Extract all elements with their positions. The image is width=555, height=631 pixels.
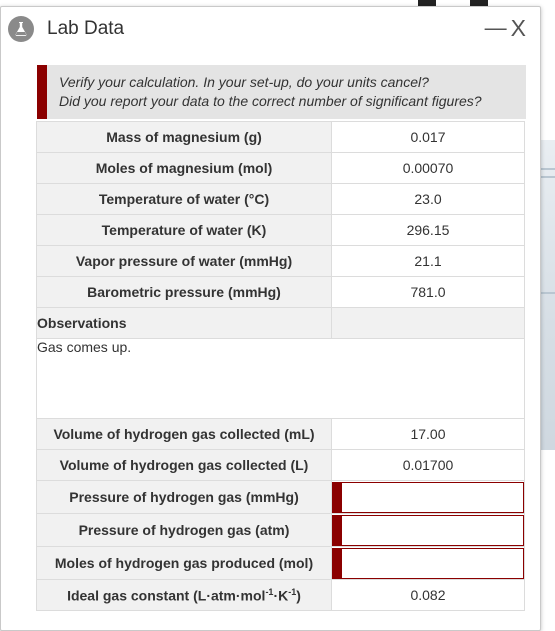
- table-row: Temperature of water (K) 296.15: [36, 214, 525, 246]
- minimize-button[interactable]: —: [485, 15, 507, 41]
- row-label: Vapor pressure of water (mmHg): [36, 245, 332, 277]
- input-row: Pressure of hydrogen gas (mmHg): [36, 480, 525, 514]
- row-label: Temperature of water (°C): [36, 183, 332, 215]
- input-cell: [331, 480, 525, 514]
- table-row: Ideal gas constant (L·atm·mol-1·K-1) 0.0…: [36, 579, 525, 611]
- row-label: Moles of magnesium (mol): [36, 152, 332, 184]
- gas-constant-label-prefix: Ideal gas constant (L·atm·mol: [67, 587, 266, 604]
- row-value: 781.0: [331, 276, 525, 308]
- input-row: Pressure of hydrogen gas (atm): [36, 513, 525, 547]
- titlebar[interactable]: Lab Data — X: [1, 7, 540, 49]
- gas-constant-label-suffix: ): [296, 587, 301, 604]
- row-value: 17.00: [331, 418, 525, 450]
- lab-data-table: Mass of magnesium (g) 0.017 Moles of mag…: [36, 121, 525, 611]
- row-value: 0.017: [331, 121, 525, 153]
- row-value: 23.0: [331, 183, 525, 215]
- row-value: 21.1: [331, 245, 525, 277]
- input-row: Moles of hydrogen gas produced (mol): [36, 546, 525, 580]
- observations-label: Observations: [36, 307, 332, 339]
- row-label: Barometric pressure (mmHg): [36, 276, 332, 308]
- input-cell: [331, 546, 525, 580]
- row-label: Volume of hydrogen gas collected (L): [36, 449, 332, 481]
- row-label: Pressure of hydrogen gas (atm): [36, 513, 332, 547]
- pressure-mmhg-input[interactable]: [332, 481, 524, 513]
- notice-line: Verify your calculation. In your set-up,…: [59, 74, 429, 90]
- table-row: Volume of hydrogen gas collected (mL) 17…: [36, 418, 525, 450]
- row-label: Volume of hydrogen gas collected (mL): [36, 418, 332, 450]
- gas-constant-value: 0.082: [331, 579, 525, 611]
- row-value: 0.01700: [331, 449, 525, 481]
- row-label: Temperature of water (K): [36, 214, 332, 246]
- gas-constant-label-mid: ·K: [273, 587, 289, 604]
- observations-header-row: Observations: [36, 307, 525, 339]
- table-row: Mass of magnesium (g) 0.017: [36, 121, 525, 153]
- observations-text: Gas comes up.: [36, 338, 525, 419]
- input-cell: [331, 513, 525, 547]
- table-row: Barometric pressure (mmHg) 781.0: [36, 276, 525, 308]
- moles-hydrogen-input[interactable]: [332, 547, 524, 579]
- pressure-atm-input[interactable]: [332, 514, 524, 546]
- verification-notice: Verify your calculation. In your set-up,…: [37, 65, 526, 119]
- table-row: Volume of hydrogen gas collected (L) 0.0…: [36, 449, 525, 481]
- window-controls: — X: [485, 15, 526, 41]
- observations-header-value: [331, 307, 525, 339]
- row-value: 0.00070: [331, 152, 525, 184]
- table-row: Temperature of water (°C) 23.0: [36, 183, 525, 215]
- row-label: Mass of magnesium (g): [36, 121, 332, 153]
- row-label: Moles of hydrogen gas produced (mol): [36, 546, 332, 580]
- window-title: Lab Data: [47, 18, 125, 39]
- notice-line: Did you report your data to the correct …: [59, 93, 482, 109]
- row-value: 296.15: [331, 214, 525, 246]
- flask-icon: [8, 16, 34, 42]
- gas-constant-label: Ideal gas constant (L·atm·mol-1·K-1): [36, 579, 332, 611]
- row-label: Pressure of hydrogen gas (mmHg): [36, 480, 332, 514]
- observations-row: Gas comes up.: [36, 338, 525, 419]
- close-button[interactable]: X: [511, 15, 526, 41]
- table-row: Moles of magnesium (mol) 0.00070: [36, 152, 525, 184]
- table-row: Vapor pressure of water (mmHg) 21.1: [36, 245, 525, 277]
